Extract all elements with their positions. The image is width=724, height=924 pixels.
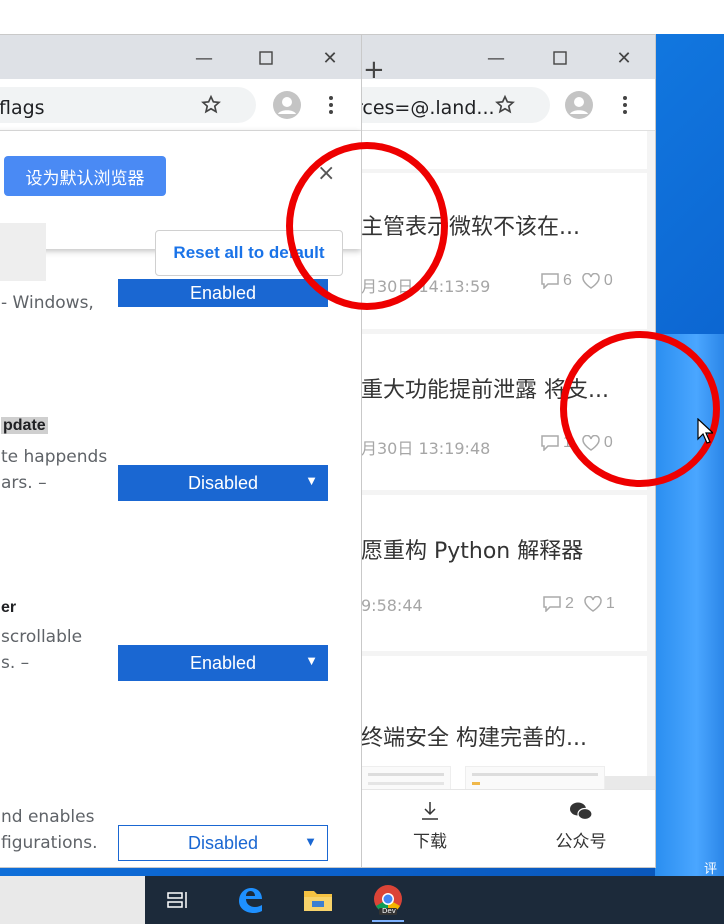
article-title[interactable]: 愿重构 Python 解释器 <box>361 533 583 565</box>
maximize-icon[interactable] <box>251 43 281 73</box>
article-card[interactable]: 主管表示微软不该在... 月30日 14:13:59 6 0 <box>345 173 647 329</box>
infobar-close-icon[interactable]: × <box>317 161 335 186</box>
news-content: 主管表示微软不该在... 月30日 14:13:59 6 0 重大功能提前泄露 … <box>345 131 655 867</box>
set-default-browser-button[interactable]: 设为默认浏览器 <box>4 156 166 196</box>
flags-browser-window: — ✕ flags 设为默认浏览器 × Reset all to default… <box>0 34 362 868</box>
comment-count: 1 <box>563 434 572 451</box>
like-count: 0 <box>603 272 613 289</box>
flag-description: nd enables <box>1 807 95 827</box>
nav-download[interactable]: 下载 <box>405 800 455 852</box>
nav-wechat[interactable]: 公众号 <box>551 800 611 852</box>
chrome-dev-label: Dev <box>382 907 396 915</box>
article-time: 月30日 13:19:48 <box>361 439 491 458</box>
nav-wechat-label: 公众号 <box>555 832 607 852</box>
flags-toolbar: flags <box>0 79 361 131</box>
flag-select-2[interactable]: Disabled ▼ <box>118 465 328 501</box>
comment-count: 2 <box>565 595 574 612</box>
nav-download-label: 下载 <box>413 832 447 852</box>
flag-description: ars. – <box>1 473 47 493</box>
flag-select-1-value: Enabled <box>189 282 257 303</box>
flags-address-text: flags <box>0 97 45 119</box>
like-count: 0 <box>603 434 613 451</box>
heart-icon <box>582 435 600 451</box>
list-item <box>345 131 647 169</box>
bottom-nav: 下载 公众号 <box>345 789 655 867</box>
news-address-bar[interactable]: rces=@.land... <box>345 87 550 123</box>
edge-icon[interactable] <box>234 884 266 916</box>
article-time: 9:58:44 <box>361 596 423 615</box>
dropdown-arrow-icon: ▼ <box>305 653 318 668</box>
chrome-dev-icon[interactable]: Dev <box>372 884 404 916</box>
flag-description: scrollable <box>1 627 83 647</box>
flag-description: s. – <box>1 653 30 673</box>
comment-icon <box>541 273 559 289</box>
flag-description: - Windows, <box>1 293 94 313</box>
active-app-indicator <box>372 920 404 922</box>
article-card[interactable]: 重大功能提前泄露 将支... 月30日 13:19:48 1 0 <box>345 334 647 490</box>
news-toolbar: rces=@.land... <box>345 79 655 131</box>
flag-select-3-value: Enabled <box>189 652 257 673</box>
like-count: 1 <box>605 595 615 612</box>
wechat-icon <box>570 802 593 821</box>
star-icon[interactable] <box>489 89 521 121</box>
flags-titlebar: — ✕ <box>0 35 361 79</box>
article-time: 月30日 14:13:59 <box>361 277 491 296</box>
menu-dots-icon[interactable] <box>315 89 347 121</box>
article-title[interactable]: 重大功能提前泄露 将支... <box>361 372 609 404</box>
download-icon <box>422 802 438 820</box>
article-stats: 1 0 <box>541 434 613 452</box>
minimize-icon[interactable]: — <box>189 43 219 73</box>
flags-search-input[interactable] <box>0 223 46 281</box>
article-stats: 2 1 <box>543 595 615 613</box>
article-title[interactable]: 终端安全 构建完善的... <box>361 720 587 752</box>
heart-icon <box>584 596 602 612</box>
dropdown-arrow-icon: ▼ <box>304 834 317 849</box>
flags-address-bar[interactable]: flags <box>0 87 256 123</box>
article-title[interactable]: 主管表示微软不该在... <box>361 209 580 241</box>
desktop-icon-label[interactable]: 评 <box>704 858 717 877</box>
dropdown-arrow-icon: ▼ <box>305 473 318 488</box>
flag-select-4-value: Disabled <box>187 832 259 853</box>
profile-avatar-icon[interactable] <box>271 89 303 121</box>
file-explorer-icon[interactable] <box>302 884 334 916</box>
maximize-icon[interactable] <box>545 43 575 73</box>
comment-icon <box>541 435 559 451</box>
menu-dots-icon[interactable] <box>609 89 641 121</box>
reset-all-button[interactable]: Reset all to default <box>155 230 343 276</box>
mouse-cursor-icon <box>697 418 713 444</box>
close-icon[interactable]: ✕ <box>315 43 345 73</box>
minimize-icon[interactable]: — <box>481 43 511 73</box>
comment-count: 6 <box>563 272 572 289</box>
flag-select-1[interactable]: Enabled <box>118 279 328 307</box>
news-address-text: rces=@.land... <box>355 97 495 119</box>
taskbar-dark-section <box>145 876 724 924</box>
flag-description: figurations. <box>1 833 98 853</box>
news-titlebar: + — ✕ <box>345 35 655 85</box>
article-stats: 6 0 <box>541 272 613 290</box>
comment-icon <box>543 596 561 612</box>
flag-title-highlight: pdate <box>1 417 48 434</box>
flag-select-4[interactable]: Disabled ▼ <box>118 825 328 861</box>
close-icon[interactable]: ✕ <box>609 43 639 73</box>
flag-select-3[interactable]: Enabled ▼ <box>118 645 328 681</box>
article-card[interactable]: 愿重构 Python 解释器 9:58:44 2 1 <box>345 495 647 651</box>
profile-avatar-icon[interactable] <box>563 89 595 121</box>
flag-title: er <box>1 599 17 616</box>
star-icon[interactable] <box>195 89 227 121</box>
heart-icon <box>582 273 600 289</box>
desktop-light-beam <box>655 334 724 894</box>
task-view-icon[interactable] <box>162 884 194 916</box>
news-browser-window: + — ✕ rces=@.land... 主管表示微软不该在... 月30日 1… <box>344 34 656 868</box>
taskbar: Dev <box>0 876 724 924</box>
flag-select-2-value: Disabled <box>187 472 259 493</box>
flag-description: te happends <box>1 447 108 467</box>
flag-title: pdate <box>1 417 48 435</box>
top-white-strip <box>0 0 724 34</box>
article-card[interactable]: 终端安全 构建完善的... <box>345 656 647 816</box>
